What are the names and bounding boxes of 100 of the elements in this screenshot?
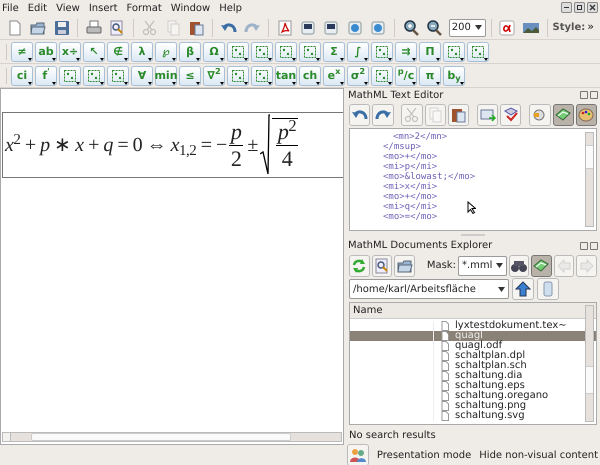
palette-button[interactable]: e$^{x}$ [323,66,345,86]
palette-button[interactable] [227,42,249,62]
toolbar-button[interactable] [372,104,394,126]
palette-button[interactable]: tan [275,66,297,86]
menu-item[interactable]: Edit [28,0,48,16]
scissors-icon [402,106,421,124]
palette-button[interactable] [107,66,129,86]
dropdown-triangle-icon [412,82,416,84]
panel-title: MathML Documents Explorer [348,239,492,254]
dropdown-triangle-icon [292,82,296,84]
palette-button[interactable]: ∀ [131,66,153,86]
dropdown-triangle-icon [436,58,440,60]
panel-title: MathML Text Editor [348,88,444,102]
palette-button[interactable]: b$_{y}$ [443,66,465,86]
palette-button[interactable]: ∫ [347,42,369,62]
palette-button[interactable] [371,42,393,62]
palette-button[interactable] [275,42,297,62]
zoom-combo[interactable]: 200 [448,18,486,36]
dropdown-icon [498,286,505,292]
palette-button[interactable]: ch [299,66,321,86]
palette-button[interactable]: x÷ [59,42,81,62]
palette-button[interactable] [443,42,465,62]
presentation-button[interactable] [346,444,369,465]
menu-item[interactable]: Format [126,0,162,16]
file-icon [440,381,450,392]
toolbar-button[interactable] [448,104,470,126]
column-header[interactable]: Name [350,303,596,320]
pdf-icon [276,18,294,36]
float-icon[interactable] [580,91,588,99]
file-row[interactable]: schaltung.svg [350,411,596,422]
palette-button[interactable]: ℘ [155,42,177,62]
search-button[interactable] [372,254,392,277]
zoom-out-icon [425,18,444,36]
dropdown-triangle-icon [76,82,80,84]
menu-item[interactable]: Help [219,0,242,16]
file-row[interactable]: schaltung.dia [350,371,596,382]
palette-button[interactable]: Σ [323,42,345,62]
file-row[interactable]: schaltplan.sch [350,361,596,372]
menu-item[interactable]: Window [170,0,210,16]
code-editor[interactable]: <mn>2</mn> </msup> <mo>+</mo> <mi>p</mi> <mo>&lowast;</mo> <mi>x</mi> <mo>+</mo> <mi>q</mi> <mo>=</mo> [349,128,597,231]
maximize-icon[interactable] [574,2,585,13]
file-row[interactable]: quagl.odf [350,341,596,352]
palette-button[interactable]: λ [131,42,153,62]
minimize-icon[interactable] [561,2,572,13]
palette-button[interactable]: f$^{'}$ [35,66,57,86]
palette-button[interactable] [467,42,489,62]
toolbar-button[interactable] [552,104,574,126]
vertical-scrollbar[interactable] [585,305,594,422]
toolbar-button[interactable] [512,278,534,300]
palette-button[interactable] [83,66,105,86]
file-row[interactable]: quagl [350,331,596,342]
palette-button[interactable]: ∉ [107,42,129,62]
palette-button[interactable] [59,66,81,86]
code-line: <mi>q</mi> [383,202,438,212]
dropdown-triangle-icon [28,82,32,84]
matrix-icon [376,70,388,82]
float-icon[interactable] [580,242,588,250]
palette-button[interactable] [227,66,249,86]
palette-button[interactable]: σ$^{2}$ [347,66,369,86]
palette-button[interactable]: ≤ [179,66,201,86]
overflow-chevron[interactable]: » [587,19,596,36]
palette-button[interactable]: ⇉ [395,42,417,62]
palette-button[interactable]: π [419,66,441,86]
dropdown-triangle-icon [124,58,128,60]
file-row[interactable]: schaltung.oregano [350,391,596,402]
dropdown-icon [474,25,482,30]
palette-button[interactable]: ≠ [11,42,33,62]
palette-button[interactable]: β [179,42,201,62]
matrix-icon [88,70,100,82]
dropdown-triangle-icon [268,58,272,60]
palette-button[interactable]: $^{p}$/c [395,66,417,86]
palette-button[interactable] [251,42,273,62]
palette-button[interactable] [371,66,393,86]
close-icon[interactable] [587,2,598,13]
palette-button[interactable]: Ω [203,42,225,62]
palette-button[interactable]: min [155,66,177,86]
toolbar-button[interactable] [531,254,552,277]
menu-item[interactable]: File [2,0,19,16]
palette-button[interactable]: Π [419,42,441,62]
back-arrow-icon [555,256,574,275]
dropdown-triangle-icon [268,82,272,84]
toolbar-button[interactable] [500,104,522,126]
toolbar-button[interactable] [394,254,415,277]
file-row[interactable]: schaltung.eps [350,381,596,392]
palette-button[interactable]: ab [35,42,57,62]
palette-button[interactable] [299,42,321,62]
vertical-scrollbar[interactable] [585,132,594,227]
palette-button[interactable]: ci [11,66,33,86]
file-row[interactable]: schaltplan.dpl [350,351,596,362]
palette-button[interactable]: ↖ [83,42,105,62]
toolbar-button[interactable] [349,104,370,126]
mask-combo[interactable]: *.mml [458,256,507,276]
menu-item[interactable]: View [56,0,80,16]
horizontal-scrollbar[interactable] [2,432,342,442]
palette-button[interactable]: ∇$^{2}$ [203,66,225,86]
path-combo[interactable]: /home/karl/Arbeitsfläche [349,279,509,300]
menu-item[interactable]: Insert [88,0,118,16]
file-row[interactable]: schaltung.png [350,401,596,412]
palette-button[interactable] [251,66,273,86]
toolbar-button[interactable] [508,254,530,277]
